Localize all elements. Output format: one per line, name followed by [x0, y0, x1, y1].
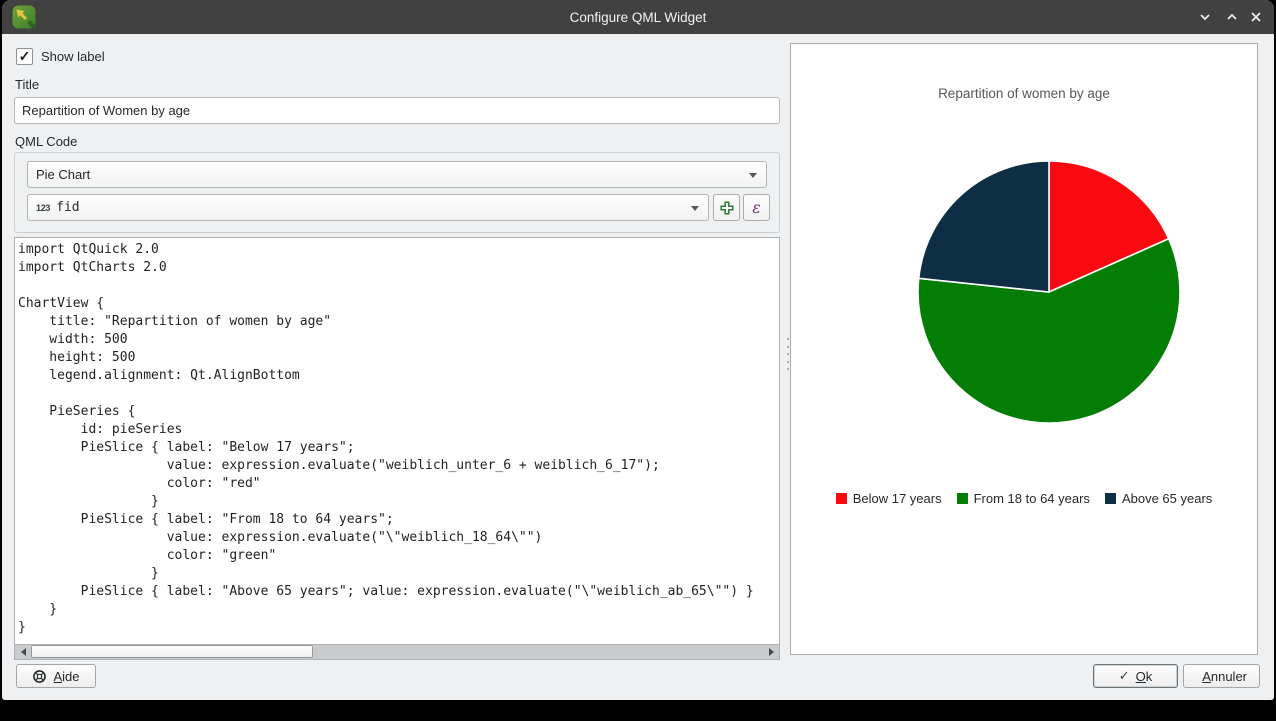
close-button[interactable] [1247, 8, 1265, 26]
ok-label-rest: k [1146, 669, 1153, 684]
integer-field-type-icon: 123 [36, 203, 50, 213]
epsilon-icon: ε [752, 200, 761, 216]
window-title: Configure QML Widget [2, 10, 1274, 25]
pie-slice [919, 161, 1049, 292]
chevron-down-icon [1198, 10, 1212, 24]
triangle-left-icon [21, 648, 26, 656]
title-bar[interactable]: Configure QML Widget [2, 0, 1274, 34]
horizontal-scrollbar[interactable] [15, 644, 779, 659]
legend-swatch-icon [1105, 493, 1116, 504]
x-icon [1249, 10, 1263, 24]
legend-label: From 18 to 64 years [974, 491, 1090, 506]
qml-code-text[interactable]: import QtQuick 2.0 import QtCharts 2.0 C… [15, 238, 779, 637]
chart-preview-panel: Repartition of women by age Below 17 yea… [790, 43, 1258, 655]
dialog-window: Configure QML Widget ✓ Show label Title … [2, 0, 1274, 700]
legend-item: From 18 to 64 years [957, 491, 1090, 506]
field-select-value: fid [56, 200, 79, 215]
qml-code-label: QML Code [15, 134, 77, 149]
help-label-mnemonic: A [53, 669, 62, 684]
legend-swatch-icon [836, 493, 847, 504]
check-icon: ✓ [1119, 668, 1130, 684]
legend-swatch-icon [957, 493, 968, 504]
qml-code-editor[interactable]: import QtQuick 2.0 import QtCharts 2.0 C… [14, 237, 780, 660]
help-label-rest: ide [62, 669, 79, 684]
widget-type-select[interactable]: Pie Chart [27, 161, 767, 188]
scroll-left-button[interactable] [15, 645, 31, 659]
chevron-down-icon [691, 206, 699, 211]
field-select[interactable]: 123 fid [27, 194, 709, 221]
help-buoy-icon [32, 669, 47, 684]
legend-item: Above 65 years [1105, 491, 1212, 506]
minimize-button[interactable] [1196, 8, 1214, 26]
ok-button[interactable]: ✓ Ok [1093, 664, 1178, 688]
ok-label-mnemonic: O [1136, 669, 1146, 684]
checkbox-check-icon[interactable]: ✓ [16, 48, 33, 65]
plus-icon [720, 201, 734, 215]
chart-title: Repartition of women by age [791, 86, 1257, 101]
maximize-button[interactable] [1223, 8, 1241, 26]
legend-item: Below 17 years [836, 491, 942, 506]
show-label-checkbox[interactable]: ✓ Show label [16, 48, 105, 65]
triangle-right-icon [769, 648, 774, 656]
title-input[interactable] [14, 97, 780, 124]
show-label-text: Show label [41, 49, 105, 64]
cancel-label-mnemonic: A [1202, 669, 1211, 684]
title-field-label: Title [15, 77, 39, 92]
expression-builder-button[interactable]: ε [743, 194, 770, 221]
widget-type-value: Pie Chart [36, 167, 90, 182]
legend-label: Above 65 years [1122, 491, 1212, 506]
cancel-label-rest: nnuler [1211, 669, 1247, 684]
pie-chart [914, 157, 1184, 427]
chevron-up-icon [1225, 10, 1239, 24]
help-button[interactable]: Aide [16, 664, 96, 688]
legend-label: Below 17 years [853, 491, 942, 506]
chart-legend: Below 17 years From 18 to 64 years Above 6… [791, 491, 1257, 506]
insert-field-button[interactable] [713, 194, 740, 221]
scroll-right-button[interactable] [763, 645, 779, 659]
cancel-button[interactable]: Annuler [1183, 664, 1260, 688]
scrollbar-thumb[interactable] [31, 645, 313, 658]
chevron-down-icon [749, 173, 757, 178]
